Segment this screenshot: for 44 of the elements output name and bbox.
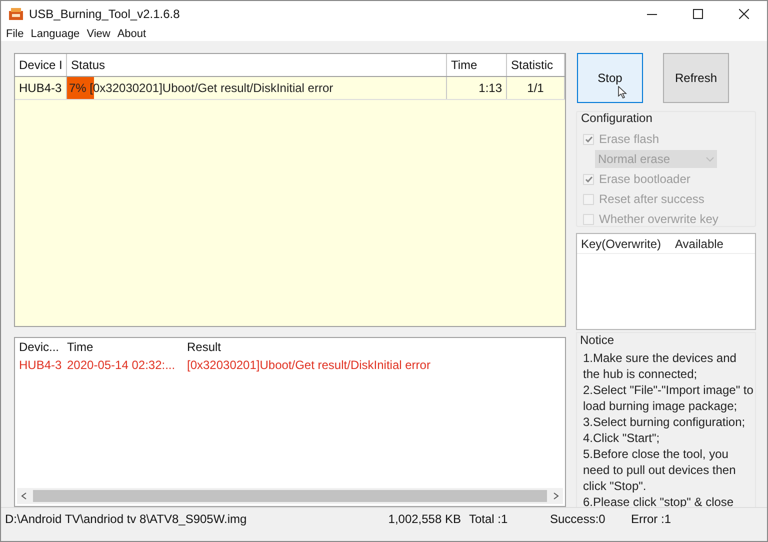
stop-button[interactable]: Stop [577,53,643,103]
group-title: Configuration [581,111,654,125]
checkbox-label: Erase flash [599,132,660,146]
menu-item[interactable]: About [117,28,146,40]
notice-text: 4.Click "Start"; [583,430,661,446]
file-size: 1,002,558 KB [387,512,462,526]
log-cell-text: HUB4-3 [18,358,63,372]
error-count: Error :1 [631,512,672,526]
close-icon[interactable] [739,9,749,19]
cursor-icon [618,86,627,99]
log-cell-text: [0x32030201]Uboot/Get result/DiskInitial error [186,358,432,372]
checkbox-label: Whether overwrite key [599,212,718,226]
column-header[interactable]: Device I [15,54,67,76]
horizontal-scrollbar[interactable] [17,488,563,504]
menu-item[interactable]: Language [30,28,80,40]
log-cell-text: 2020-05-14 02:32:... [66,358,176,372]
column-header[interactable]: Statistic [507,54,565,76]
table-cell: 1/1 [507,77,565,99]
total-count: Total :1 [469,512,509,526]
notice-text: 5.Before close the tool, you need to pull out devices then click "Stop". [583,446,737,494]
group-title: Notice [580,333,616,347]
notice-text: 6.Please click "stop" & close [583,494,735,510]
column-header[interactable]: Result [183,340,565,354]
success-count: Success:0 [550,512,606,526]
notice-text: 3.Select burning configuration; [583,414,746,430]
column-header[interactable]: Key(Overwrite) [577,236,671,250]
column-header[interactable]: Available [671,236,724,250]
window-title: USB_Burning_Tool_v2.1.6.8 [29,7,181,21]
checkbox-label: Erase bootloader [599,172,690,186]
notice-text: 1.Make sure the devices and the hub is connected; [583,350,738,382]
notice-text: 2.Select "File"-"Import image" to load burning image package; [583,382,754,414]
column-header[interactable]: Time [447,54,507,76]
table-cell: 1:13 [447,77,507,99]
file-path: D:\Android TV\andriod tv 8\ATV8_S905W.img [5,512,248,526]
column-header[interactable]: Devic... [15,340,63,354]
menu-item[interactable]: View [86,28,110,40]
maximize-icon[interactable] [693,9,703,19]
column-header[interactable]: Time [63,340,183,354]
checkbox-label: Reset after success [599,192,704,206]
refresh-button[interactable]: Refresh [663,53,729,103]
chevron-icon [706,156,714,162]
app-icon [9,8,23,20]
column-header[interactable]: Status [67,54,447,76]
menu-item[interactable]: File [6,28,24,40]
